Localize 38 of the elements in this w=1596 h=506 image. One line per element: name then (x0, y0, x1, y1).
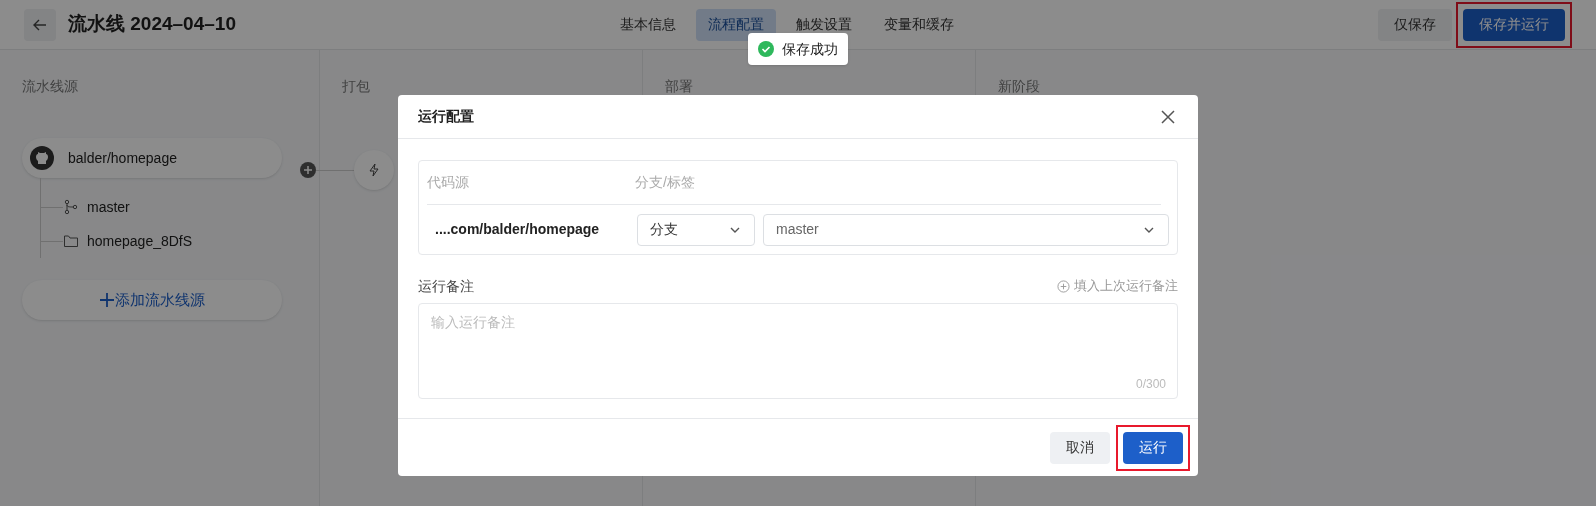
task-node[interactable] (354, 150, 394, 190)
fill-last-link[interactable]: 填入上次运行备注 (1057, 276, 1178, 296)
column-header: 分支/标签 (635, 173, 695, 192)
back-button[interactable] (24, 8, 56, 41)
close-icon (1160, 108, 1176, 125)
source-item: master (87, 197, 130, 217)
primary-button[interactable]: 运行 (1123, 431, 1183, 464)
stage-title: 流水线源 (22, 78, 78, 94)
pipeline-title: 流水线 2024–04–10 (68, 12, 237, 37)
toast-message: 保存成功 (782, 39, 838, 59)
folder-icon (63, 233, 79, 249)
stage-title: 部署 (665, 78, 693, 94)
branch-icon (63, 199, 79, 215)
add-source-button[interactable]: 添加流水线源 (22, 280, 282, 320)
lightning-icon (367, 163, 381, 177)
tab[interactable]: 变量和缓存 (872, 8, 966, 41)
table-cell-text: ....com/balder/homepage (434, 220, 601, 239)
ref-type-select[interactable]: 分支 (637, 213, 755, 246)
source-node[interactable]: balder/homepage (22, 138, 282, 178)
repo-name: balder/homepage (68, 148, 177, 168)
stage-title: 新阶段 (998, 78, 1040, 94)
column-header: 代码源 (427, 173, 470, 192)
plus-icon (99, 292, 115, 308)
tab[interactable]: 流程配置 (696, 8, 776, 41)
ref-select[interactable]: master (763, 213, 1169, 246)
source-item: homepage_8DfS (87, 231, 193, 251)
field-label: 运行备注 (418, 276, 474, 296)
primary-button[interactable]: 保存并运行 (1463, 8, 1565, 41)
tab[interactable]: 基本信息 (608, 8, 688, 41)
secondary-button[interactable]: 取消 (1050, 431, 1110, 464)
tab[interactable]: 触发设置 (784, 8, 864, 41)
dialog-title: 运行配置 (418, 107, 474, 126)
char-counter: 0/300 (1135, 376, 1166, 393)
secondary-button[interactable]: 仅保存 (1378, 8, 1452, 41)
check-circle-icon (758, 41, 774, 57)
add-stage-icon (300, 162, 316, 178)
stage-title: 打包 (342, 78, 370, 94)
plus-circle-icon (1057, 279, 1070, 293)
